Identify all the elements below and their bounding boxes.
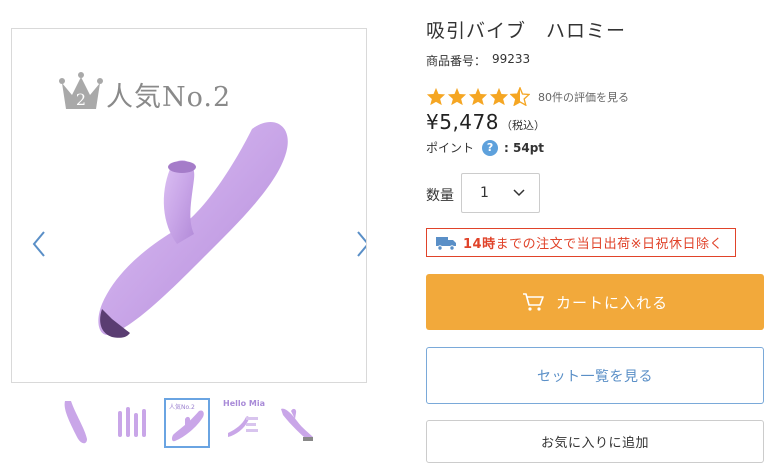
points: ポイント ? : 54pt xyxy=(426,139,544,156)
star-half-icon xyxy=(510,87,530,106)
cart-icon xyxy=(522,293,544,311)
thumbnail-strip: 人気No.2 Hello Mia xyxy=(54,398,320,448)
thumbnail-1[interactable] xyxy=(54,398,100,448)
product-title: 吸引バイブ ハロミー xyxy=(426,20,627,42)
chevron-left-icon xyxy=(32,231,45,257)
thumbnail-4-caption: Hello Mia xyxy=(223,399,265,408)
badge-number: 2 xyxy=(76,90,86,109)
product-illustration xyxy=(98,121,288,338)
thumbnail-4[interactable]: Hello Mia xyxy=(219,398,265,448)
sku-label: 商品番号： xyxy=(426,54,487,68)
star-full-icon xyxy=(468,87,488,106)
quantity-value: 1 xyxy=(480,185,489,201)
star-full-icon xyxy=(447,87,467,106)
next-image-button[interactable] xyxy=(352,229,366,259)
view-sets-button[interactable]: セット一覧を見る xyxy=(426,347,764,404)
quantity-label: 数量 xyxy=(426,188,454,204)
add-to-cart-label: カートに入れる xyxy=(555,293,668,312)
crown-icon: 2 xyxy=(59,72,103,109)
sku-value: 99233 xyxy=(492,52,531,66)
thumbnail-4-image xyxy=(228,416,258,437)
add-to-cart-button[interactable]: カートに入れる xyxy=(426,274,764,330)
rating-stars xyxy=(426,87,530,106)
points-help-icon[interactable]: ? xyxy=(482,139,499,156)
shipping-text: 14時までの注文で当日出荷※日祝休日除く xyxy=(463,233,723,252)
product-sku: 商品番号： 99233 xyxy=(426,52,530,69)
price-tax-note: （税込） xyxy=(500,119,545,132)
add-to-favorites-button[interactable]: お気に入りに追加 xyxy=(426,420,764,463)
truck-icon xyxy=(436,236,456,251)
points-label: ポイント xyxy=(426,141,475,155)
main-product-image: 2 人気No.2 xyxy=(11,28,367,383)
thumbnail-2-image xyxy=(118,407,146,437)
ranking-badge: 2 人気No.2 xyxy=(58,69,231,113)
star-full-icon xyxy=(426,87,446,106)
quantity-select[interactable]: 1 xyxy=(461,173,540,213)
thumbnail-5[interactable] xyxy=(274,398,320,448)
points-value: : 54pt xyxy=(504,140,545,155)
chevron-down-icon xyxy=(513,189,525,197)
chevron-right-icon xyxy=(357,231,366,257)
shipping-description: までの注文で当日出荷※日祝休日除く xyxy=(495,237,723,252)
price: ¥5,478 （税込） xyxy=(426,110,545,134)
price-value: ¥5,478 xyxy=(426,110,499,134)
thumbnail-3[interactable]: 人気No.2 xyxy=(164,398,210,448)
shipping-notice: 14時までの注文で当日出荷※日祝休日除く xyxy=(426,228,736,257)
shipping-cutoff: 14時 xyxy=(463,237,496,252)
review-link[interactable]: 80件の評価を見る xyxy=(538,89,629,105)
thumbnail-5-image xyxy=(281,408,313,441)
prev-image-button[interactable] xyxy=(28,229,50,259)
star-full-icon xyxy=(489,87,509,106)
thumbnail-1-image xyxy=(64,401,87,444)
thumbnail-3-caption: 人気No.2 xyxy=(169,404,195,411)
rating: 80件の評価を見る xyxy=(426,87,629,106)
thumbnail-2[interactable] xyxy=(109,398,155,448)
